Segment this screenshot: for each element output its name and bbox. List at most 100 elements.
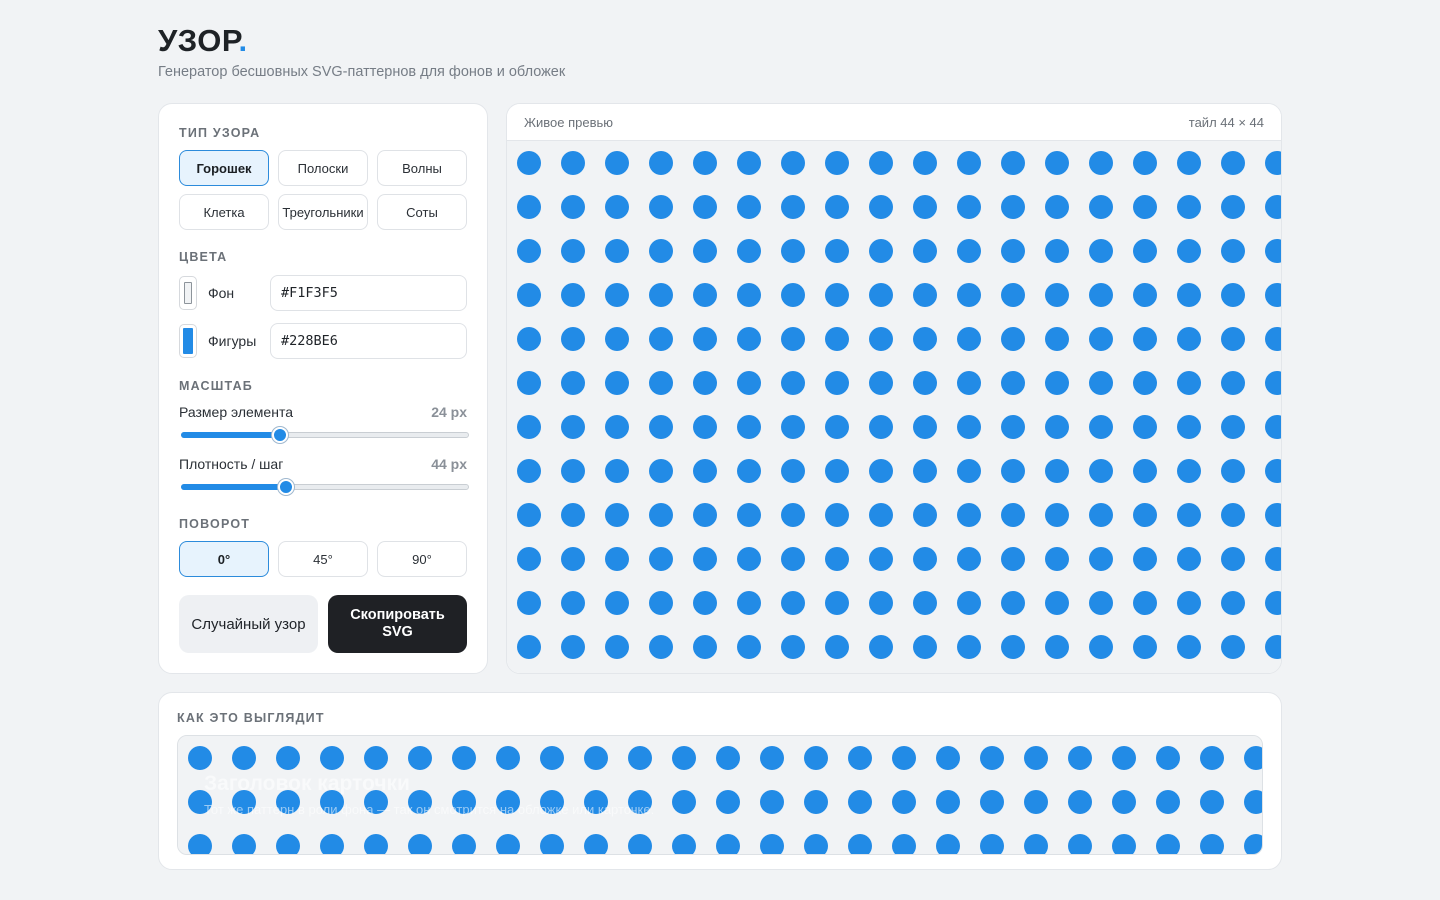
shapes-color-swatch[interactable]: [179, 324, 197, 358]
pattern-dot: [1001, 635, 1025, 659]
pattern-dot: [605, 151, 629, 175]
density-slider[interactable]: [181, 479, 469, 495]
copy-svg-button[interactable]: Скопировать SVG: [328, 595, 467, 653]
density-slider-thumb[interactable]: [277, 479, 294, 495]
pattern-dot: [913, 195, 937, 219]
pattern-dot: [517, 195, 541, 219]
pattern-dot: [408, 746, 432, 770]
pattern-dot: [1177, 635, 1201, 659]
pattern-svg: [507, 141, 1281, 673]
pattern-dot: [913, 371, 937, 395]
pattern-option-grid[interactable]: Клетка: [179, 194, 269, 230]
pattern-dot: [848, 790, 872, 814]
pattern-dot: [781, 239, 805, 263]
pattern-dot: [1045, 591, 1069, 615]
pattern-dot: [561, 195, 585, 219]
pattern-dot: [737, 283, 761, 307]
pattern-dot: [957, 239, 981, 263]
pattern-dot: [1133, 151, 1157, 175]
pattern-dot: [1089, 371, 1113, 395]
pattern-dot: [737, 547, 761, 571]
pattern-dot: [693, 327, 717, 351]
density-value: 44 px: [431, 456, 467, 472]
background-color-input[interactable]: [270, 275, 467, 311]
pattern-dot: [1001, 239, 1025, 263]
pattern-dot: [232, 746, 256, 770]
pattern-dot: [869, 239, 893, 263]
pattern-dot: [869, 547, 893, 571]
pattern-dot: [1024, 790, 1048, 814]
pattern-dot: [760, 746, 784, 770]
pattern-option-dots[interactable]: Горошек: [179, 150, 269, 186]
pattern-dot: [825, 503, 849, 527]
shapes-color-input[interactable]: [270, 323, 467, 359]
pattern-option-honeycomb[interactable]: Соты: [377, 194, 467, 230]
logo-accent-dot: .: [238, 23, 248, 58]
pattern-dot: [1045, 195, 1069, 219]
element-size-slider[interactable]: [181, 427, 469, 443]
pattern-dot: [452, 746, 476, 770]
pattern-dot: [869, 195, 893, 219]
rotation-option-0[interactable]: 0°: [179, 541, 269, 577]
pattern-dot: [913, 283, 937, 307]
pattern-dot: [649, 195, 673, 219]
pattern-dot: [649, 503, 673, 527]
pattern-dot: [1024, 746, 1048, 770]
pattern-dot: [649, 151, 673, 175]
element-size-slider-thumb[interactable]: [271, 427, 288, 443]
app-subtitle: Генератор бесшовных SVG-паттернов для фо…: [158, 64, 566, 80]
pattern-dot: [869, 503, 893, 527]
usage-demo-panel: КАК ЭТО ВЫГЛЯДИТ Заголовок карточки Тот …: [158, 692, 1282, 870]
pattern-dot: [1133, 283, 1157, 307]
pattern-dot: [825, 459, 849, 483]
pattern-dot: [628, 746, 652, 770]
pattern-dot: [825, 371, 849, 395]
pattern-dot: [561, 459, 585, 483]
pattern-dot: [1045, 327, 1069, 351]
pattern-dot: [1221, 635, 1245, 659]
pattern-dot: [561, 503, 585, 527]
rotation-option-45[interactable]: 45°: [278, 541, 368, 577]
pattern-dot: [1045, 459, 1069, 483]
pattern-dot: [517, 591, 541, 615]
preview-title: Живое превью: [524, 115, 614, 130]
pattern-option-triangles[interactable]: Треугольники: [278, 194, 368, 230]
colors-title: ЦВЕТА: [179, 250, 228, 264]
pattern-dot: [825, 635, 849, 659]
background-color-row: Фон: [179, 275, 467, 311]
pattern-dot: [1089, 635, 1113, 659]
pattern-dot: [1221, 459, 1245, 483]
pattern-dot: [1177, 327, 1201, 351]
pattern-option-stripes[interactable]: Полоски: [278, 150, 368, 186]
pattern-dot: [584, 746, 608, 770]
pattern-dot: [892, 790, 916, 814]
pattern-dot: [1001, 547, 1025, 571]
pattern-dot: [561, 371, 585, 395]
pattern-dot: [605, 547, 629, 571]
pattern-dot: [1001, 327, 1025, 351]
pattern-dot: [605, 283, 629, 307]
pattern-dot: [737, 591, 761, 615]
random-pattern-button[interactable]: Случайный узор: [179, 595, 318, 653]
pattern-dot: [693, 415, 717, 439]
background-color-swatch[interactable]: [179, 276, 197, 310]
pattern-dot: [737, 459, 761, 483]
pattern-option-waves[interactable]: Волны: [377, 150, 467, 186]
pattern-dot: [781, 503, 805, 527]
demo-card-title: Заголовок карточки: [204, 772, 410, 795]
rotation-option-90[interactable]: 90°: [377, 541, 467, 577]
preview-tile-size: тайл 44 × 44: [1188, 115, 1264, 130]
pattern-dot: [1133, 459, 1157, 483]
pattern-dot: [693, 195, 717, 219]
pattern-dot: [561, 327, 585, 351]
pattern-dot: [913, 415, 937, 439]
pattern-dot: [957, 151, 981, 175]
pattern-dot: [605, 503, 629, 527]
pattern-dot: [276, 746, 300, 770]
pattern-dot: [1045, 503, 1069, 527]
pattern-dot: [825, 239, 849, 263]
live-preview-panel: Живое превью тайл 44 × 44: [506, 103, 1282, 674]
pattern-dot: [1001, 371, 1025, 395]
pattern-dot: [936, 790, 960, 814]
pattern-dot: [693, 283, 717, 307]
